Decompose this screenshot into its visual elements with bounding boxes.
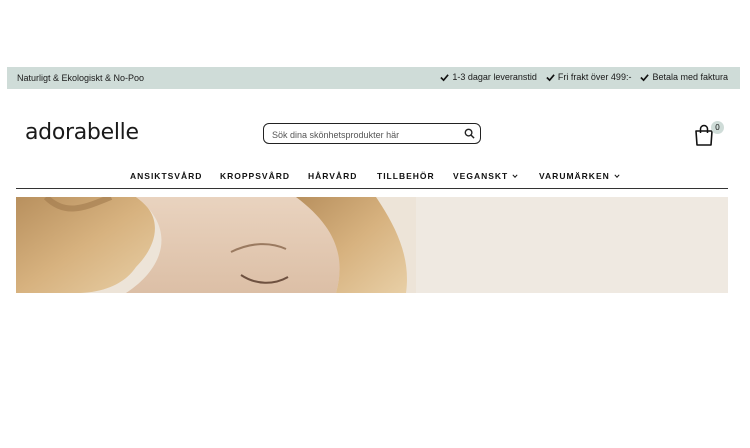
- nav-label: VEGANSKT: [453, 171, 509, 181]
- nav-label: KROPPSVÅRD: [220, 171, 290, 181]
- nav-label: VARUMÄRKEN: [539, 171, 610, 181]
- search-icon[interactable]: [464, 128, 475, 139]
- check-icon: [640, 73, 650, 81]
- hero-banner[interactable]: [16, 197, 728, 293]
- search-input[interactable]: [270, 126, 459, 143]
- nav-label: TILLBEHÖR: [377, 171, 435, 181]
- nav-item-kroppsvard[interactable]: KROPPSVÅRD: [220, 171, 290, 181]
- chevron-down-icon: [512, 174, 518, 178]
- nav-item-harvard[interactable]: HÅRVÅRD: [308, 171, 357, 181]
- chevron-down-icon: [614, 174, 620, 178]
- usp-item: Betala med faktura: [640, 72, 728, 82]
- cart-count-badge: 0: [711, 121, 724, 134]
- usp-label: Betala med faktura: [652, 72, 728, 82]
- nav-item-tillbehor[interactable]: TILLBEHÖR: [377, 171, 435, 181]
- usp-item: Fri frakt över 499:-: [546, 72, 632, 82]
- usp-item: 1-3 dagar leveranstid: [440, 72, 537, 82]
- site-logo[interactable]: adorabelle: [25, 120, 139, 145]
- nav-item-ansiktsvard[interactable]: ANSIKTSVÅRD: [130, 171, 202, 181]
- usp-label: Fri frakt över 499:-: [557, 72, 632, 82]
- usp-list: 1-3 dagar leveranstid Fri frakt över 499…: [440, 72, 728, 82]
- top-info-bar: Naturligt & Ekologiskt & No-Poo 1-3 daga…: [7, 67, 740, 89]
- search-box: [263, 123, 481, 144]
- nav-item-varumarken[interactable]: VARUMÄRKEN: [539, 171, 620, 181]
- check-icon: [440, 73, 450, 81]
- nav-item-veganskt[interactable]: VEGANSKT: [453, 171, 518, 181]
- tagline: Naturligt & Ekologiskt & No-Poo: [17, 73, 145, 83]
- hero-image: [16, 197, 728, 293]
- nav-label: ANSIKTSVÅRD: [130, 171, 203, 181]
- usp-label: 1-3 dagar leveranstid: [452, 72, 537, 82]
- check-icon: [546, 73, 555, 81]
- main-navigation: ANSIKTSVÅRD KROPPSVÅRD HÅRVÅRD TILLBEHÖR…: [16, 165, 728, 189]
- nav-label: HÅRVÅRD: [308, 171, 358, 181]
